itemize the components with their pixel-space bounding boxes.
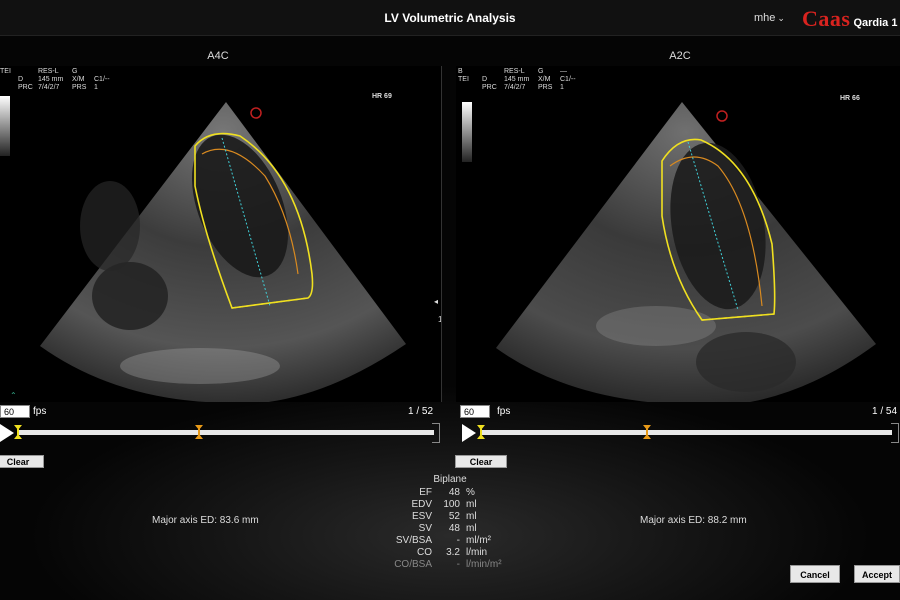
- frame-counter-a4c: 1 / 52: [408, 406, 434, 417]
- result-row-edv: EDV 100 ml: [380, 499, 540, 511]
- result-row-co-bsa: CO/BSA - l/min/m²: [380, 559, 540, 571]
- result-label: ESV: [411, 511, 432, 522]
- product-name: Qardia 1: [853, 17, 898, 29]
- major-axis-a4c: Major axis ED: 83.6 mm: [152, 515, 259, 526]
- result-unit: ml/m²: [466, 535, 491, 546]
- fps-label-a4c: fps: [33, 406, 47, 417]
- results-title: Biplane: [433, 474, 467, 485]
- major-axis-a2c: Major axis ED: 88.2 mm: [640, 515, 747, 526]
- chevron-down-icon: ⌄: [777, 13, 785, 23]
- ed-marker-icon[interactable]: [477, 425, 485, 439]
- result-label: SV: [418, 523, 432, 534]
- ecg-marker: ⌃: [10, 391, 17, 400]
- result-label: SV/BSA: [395, 535, 432, 546]
- mitral-echo: [596, 306, 716, 346]
- clear-button-a2c[interactable]: Clear: [455, 455, 507, 468]
- la-cavity: [92, 262, 168, 330]
- view-label-a2c: A2C: [669, 50, 691, 62]
- results-table: EF 48% EDV 100 ml ESV 52 ml SV 48 ml SV/BSA - ml/…: [380, 487, 540, 571]
- result-value: 52: [448, 511, 460, 522]
- result-row-esv: ESV 52 ml: [380, 511, 540, 523]
- result-label: CO: [417, 547, 432, 558]
- echo-viewer-a4c[interactable]: TEI D PRC RES-L 145 mm 7/4/2/7 G X/M PRS…: [0, 66, 442, 402]
- user-menu[interactable]: mhe ⌄: [754, 12, 785, 24]
- brand-name: Caas: [802, 6, 851, 31]
- title-bar: LV Volumetric Analysis mhe ⌄ Caas Qardia 1: [0, 0, 900, 36]
- side-marker: ◂: [434, 297, 438, 306]
- accept-button[interactable]: Accept: [854, 565, 900, 583]
- result-row-sv: SV 48 ml: [380, 523, 540, 535]
- es-marker-icon[interactable]: [195, 425, 203, 439]
- timeline-track-a2c[interactable]: [480, 430, 892, 435]
- orientation-marker-icon: [250, 107, 262, 119]
- ed-marker-icon[interactable]: [14, 425, 22, 439]
- result-label: EF: [419, 487, 432, 498]
- result-value: 48: [448, 487, 460, 498]
- echo-viewer-a2c[interactable]: B TEI D PRC RES-L 145 mm 7/4/2/7 G X/M P…: [456, 66, 900, 402]
- result-unit: ml: [466, 523, 477, 534]
- mitral-echo: [120, 348, 280, 384]
- result-row-ef: EF 48%: [380, 487, 540, 499]
- la-cavity: [696, 332, 796, 392]
- result-unit: ml: [466, 499, 477, 510]
- fps-label-a2c: fps: [497, 406, 511, 417]
- es-marker-icon[interactable]: [643, 425, 651, 439]
- cancel-button[interactable]: Cancel: [790, 565, 840, 583]
- result-value: 3.2: [446, 547, 460, 558]
- play-icon[interactable]: [462, 424, 476, 442]
- timeline-end-bracket: [891, 423, 899, 443]
- play-icon[interactable]: [0, 424, 14, 442]
- fps-input-a4c[interactable]: 60: [0, 405, 30, 418]
- timeline-track-a4c[interactable]: [18, 430, 434, 435]
- frame-counter-a2c: 1 / 54: [872, 406, 898, 417]
- orientation-marker-icon: [716, 110, 728, 122]
- result-value: 100: [443, 499, 460, 510]
- result-row-sv-bsa: SV/BSA - ml/m²: [380, 535, 540, 547]
- result-value: -: [456, 535, 460, 546]
- ultrasound-image-a2c: [496, 102, 876, 402]
- side-marker-digit: 1: [438, 315, 442, 324]
- user-name: mhe: [754, 12, 776, 24]
- result-unit: ml: [466, 511, 477, 522]
- result-unit: l/min/m²: [466, 559, 502, 570]
- rv-cavity: [80, 181, 140, 271]
- clear-button-a4c[interactable]: Clear: [0, 455, 44, 468]
- ultrasound-image-a4c: ◂ 1 ⌃: [10, 102, 442, 402]
- result-unit: l/min: [466, 547, 488, 558]
- result-value: -: [456, 559, 460, 570]
- fps-input-a2c[interactable]: 60: [460, 405, 490, 418]
- brand-logo: Caas Qardia 1: [802, 6, 897, 32]
- result-label: CO/BSA: [394, 559, 432, 570]
- result-row-co: CO 3.2 l/min: [380, 547, 540, 559]
- timeline-end-bracket: [432, 423, 440, 443]
- result-value: 48: [448, 523, 460, 534]
- view-label-a4c: A4C: [207, 50, 229, 62]
- result-unit: %: [466, 487, 475, 498]
- result-label: EDV: [411, 499, 432, 510]
